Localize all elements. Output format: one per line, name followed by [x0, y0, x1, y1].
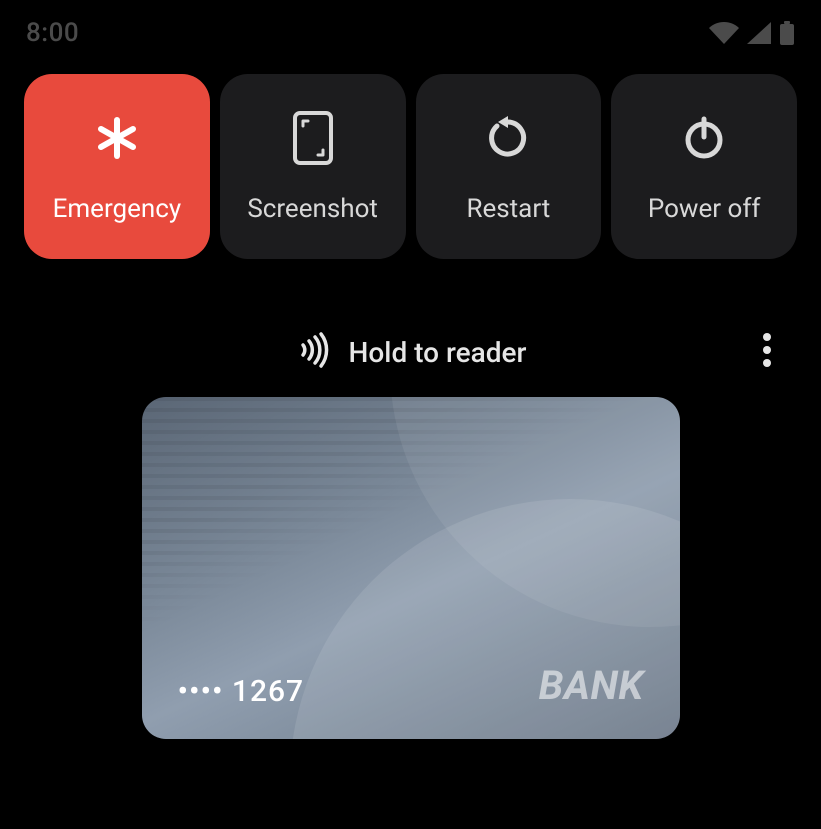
emergency-icon: [89, 110, 145, 166]
restart-icon: [480, 110, 536, 166]
restart-button[interactable]: Restart: [416, 74, 602, 259]
payment-card[interactable]: •••• 1267 BANK: [142, 397, 680, 739]
more-icon: [762, 332, 772, 372]
power-off-button[interactable]: Power off: [611, 74, 797, 259]
cellular-icon: [747, 22, 771, 44]
hold-to-reader-label: Hold to reader: [349, 336, 527, 369]
battery-icon: [779, 21, 795, 45]
card-bank-label: BANK: [539, 662, 644, 709]
wallet-section: Hold to reader •••• 1267 B: [0, 327, 821, 739]
wallet-header: Hold to reader: [30, 327, 791, 377]
screenshot-button[interactable]: Screenshot: [220, 74, 406, 259]
restart-label: Restart: [466, 194, 550, 224]
hold-to-reader: Hold to reader: [295, 332, 527, 372]
emergency-label: Emergency: [53, 194, 182, 224]
contactless-icon: [295, 332, 331, 372]
card-last-digits: •••• 1267: [178, 674, 305, 709]
power-menu: Emergency Screenshot Restart: [0, 56, 821, 259]
power-icon: [676, 110, 732, 166]
power-off-label: Power off: [648, 194, 761, 224]
status-icons: [709, 21, 795, 45]
screenshot-label: Screenshot: [247, 194, 378, 224]
wifi-icon: [709, 22, 739, 44]
status-time: 8:00: [26, 18, 79, 48]
screenshot-icon: [285, 110, 341, 166]
status-bar: 8:00: [0, 0, 821, 56]
emergency-button[interactable]: Emergency: [24, 74, 210, 259]
wallet-overflow-button[interactable]: [743, 328, 791, 376]
